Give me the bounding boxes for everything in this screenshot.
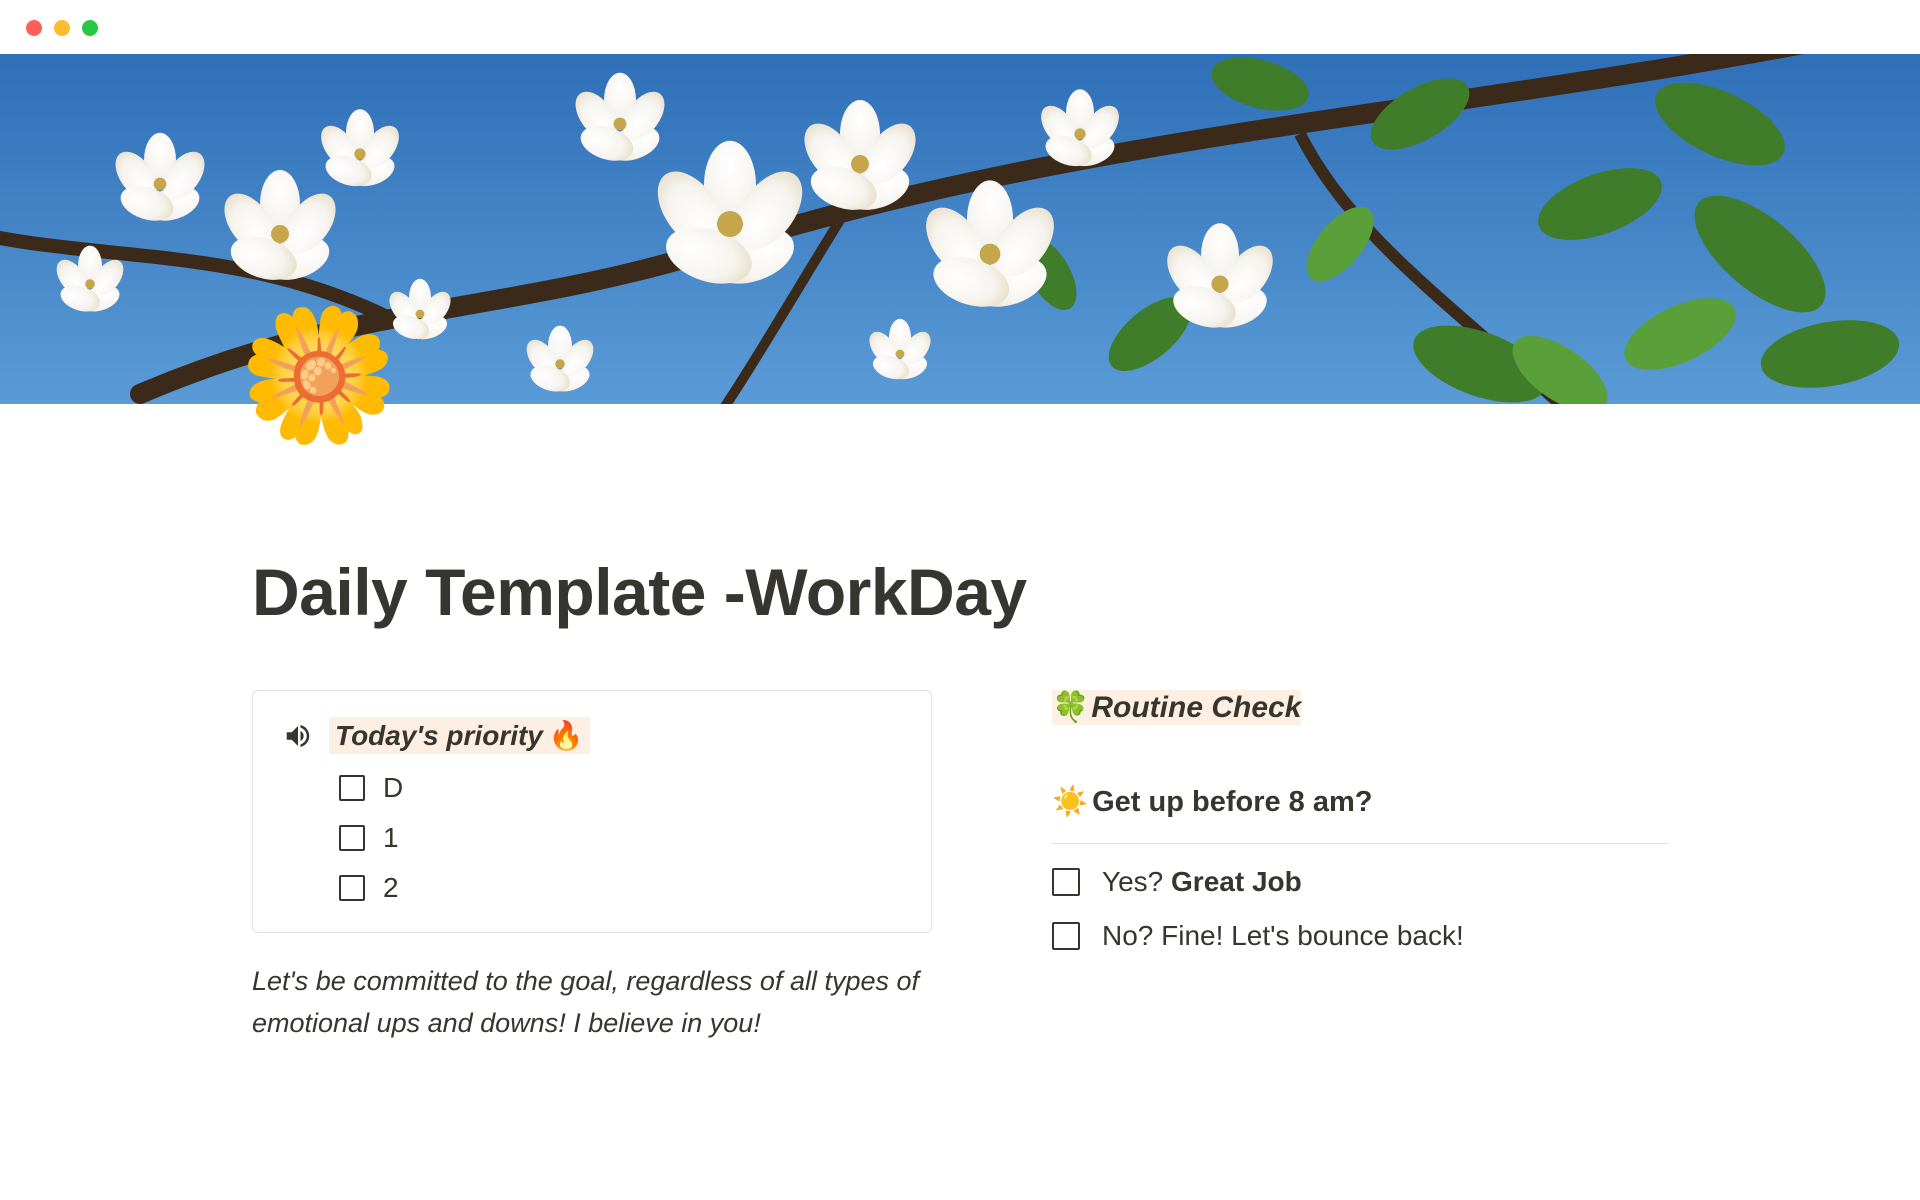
checkbox[interactable] xyxy=(1052,922,1080,950)
answer-text[interactable]: No? Fine! Let's bounce back! xyxy=(1102,920,1464,952)
todo-label[interactable]: 1 xyxy=(383,822,399,854)
todo-item[interactable]: 2 xyxy=(339,872,901,904)
minimize-window-button[interactable] xyxy=(54,20,70,36)
page-title[interactable]: Daily Template -WorkDay xyxy=(252,554,1668,630)
right-column: 🍀Routine Check ☀️Get up before 8 am? Yes… xyxy=(1052,690,1668,952)
routine-question[interactable]: ☀️Get up before 8 am? xyxy=(1052,785,1668,819)
routine-check-heading[interactable]: 🍀Routine Check xyxy=(1052,690,1668,725)
answer-item-no[interactable]: No? Fine! Let's bounce back! xyxy=(1052,920,1668,952)
clover-icon: 🍀 xyxy=(1052,690,1089,725)
page-icon[interactable]: 🌼 xyxy=(238,310,400,440)
close-window-button[interactable] xyxy=(26,20,42,36)
routine-answers: Yes? Great Job No? Fine! Let's bounce ba… xyxy=(1052,866,1668,952)
todo-label[interactable]: 2 xyxy=(383,872,399,904)
todo-item[interactable]: 1 xyxy=(339,822,901,854)
priority-heading[interactable]: Today's priority 🔥 xyxy=(329,717,590,754)
window-traffic-lights xyxy=(0,0,1920,54)
priority-heading-text: Today's priority xyxy=(335,720,543,752)
motivational-quote[interactable]: Let's be committed to the goal, regardle… xyxy=(252,961,932,1045)
speaker-icon xyxy=(283,721,313,751)
checkbox[interactable] xyxy=(339,875,365,901)
answer-text[interactable]: Yes? Great Job xyxy=(1102,866,1302,898)
priority-todo-list: D 1 2 xyxy=(283,772,901,904)
checkbox[interactable] xyxy=(1052,868,1080,896)
checkbox[interactable] xyxy=(339,825,365,851)
checkbox[interactable] xyxy=(339,775,365,801)
left-column: Today's priority 🔥 D 1 2 xyxy=(252,690,932,1045)
todo-item[interactable]: D xyxy=(339,772,901,804)
fire-icon: 🔥 xyxy=(549,719,584,752)
divider xyxy=(1052,843,1668,844)
routine-heading-text: Routine Check xyxy=(1091,691,1301,725)
priority-callout[interactable]: Today's priority 🔥 D 1 2 xyxy=(252,690,932,933)
todo-label[interactable]: D xyxy=(383,772,403,804)
maximize-window-button[interactable] xyxy=(82,20,98,36)
answer-item-yes[interactable]: Yes? Great Job xyxy=(1052,866,1668,898)
sun-icon: ☀️ xyxy=(1052,785,1088,819)
routine-question-text: Get up before 8 am? xyxy=(1092,786,1372,819)
